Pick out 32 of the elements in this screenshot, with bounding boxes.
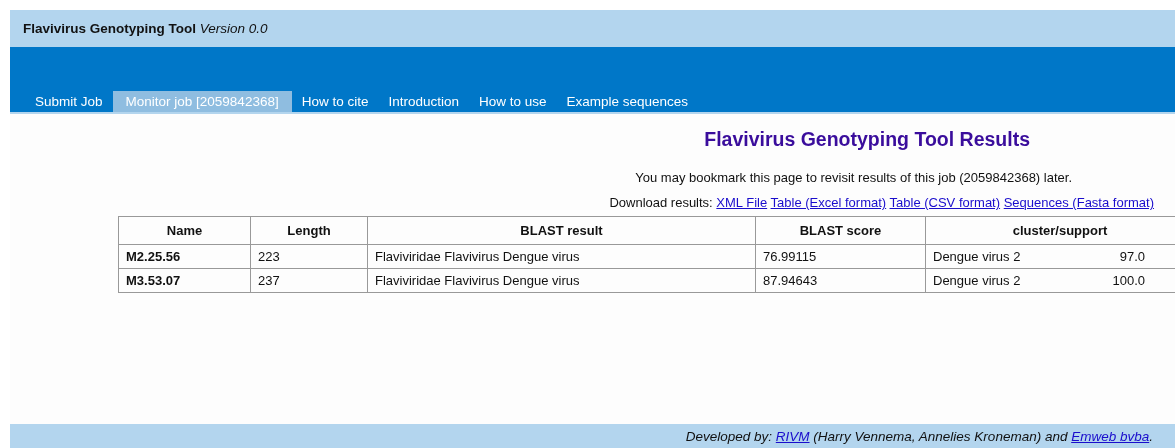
column-header: BLAST score (755, 216, 926, 245)
nav-tab[interactable]: Introduction (378, 91, 469, 112)
support-value: 97.0 (1119, 249, 1145, 264)
app-title: Flavivirus Genotyping Tool Version 0.0 (23, 21, 268, 36)
download-link[interactable]: Sequences (Fasta format) (1003, 195, 1154, 210)
table-cell: Flaviviridae Flavivirus Dengue virus (367, 244, 756, 269)
table-cell: 87.94643 (755, 268, 926, 293)
table-cell: 237 (250, 268, 368, 293)
table-cell: 76.99115 (755, 244, 926, 269)
footer-link[interactable]: RIVM (775, 428, 810, 444)
nav-tab[interactable]: How to cite (291, 91, 379, 112)
table-cell: M2.25.56 (118, 244, 251, 269)
cluster-name: Dengue virus 2 (933, 273, 1021, 288)
table-cell: 223 (250, 244, 368, 269)
credits-text: Developed by: RIVM (Harry Vennema, Annelies Kroneman) and Emweb bvba. (685, 428, 1153, 444)
download-link[interactable]: Table (CSV format) (889, 195, 1001, 210)
download-label: Download results: (609, 195, 713, 210)
column-header: cluster/support (925, 216, 1175, 245)
support-value: 100.0 (1112, 273, 1145, 288)
column-header: Name (118, 216, 251, 245)
download-link[interactable]: XML File (716, 195, 768, 210)
download-link[interactable]: Table (Excel format) (770, 195, 887, 210)
cluster-name: Dengue virus 2 (933, 249, 1021, 264)
column-header: Length (250, 216, 368, 245)
table-cell: Flaviviridae Flavivirus Dengue virus (367, 268, 756, 293)
nav-tab[interactable]: Example sequences (556, 91, 699, 112)
nav-tab[interactable]: How to use (469, 91, 557, 112)
bookmark-note: You may bookmark this page to revisit results of this job (2059842368) later. (635, 170, 1072, 185)
page-heading: Flavivirus Genotyping Tool Results (704, 128, 1030, 151)
table-cell: M3.53.07 (118, 268, 251, 293)
nav-tab[interactable]: Submit Job (25, 91, 113, 112)
column-header: BLAST result (367, 216, 756, 245)
